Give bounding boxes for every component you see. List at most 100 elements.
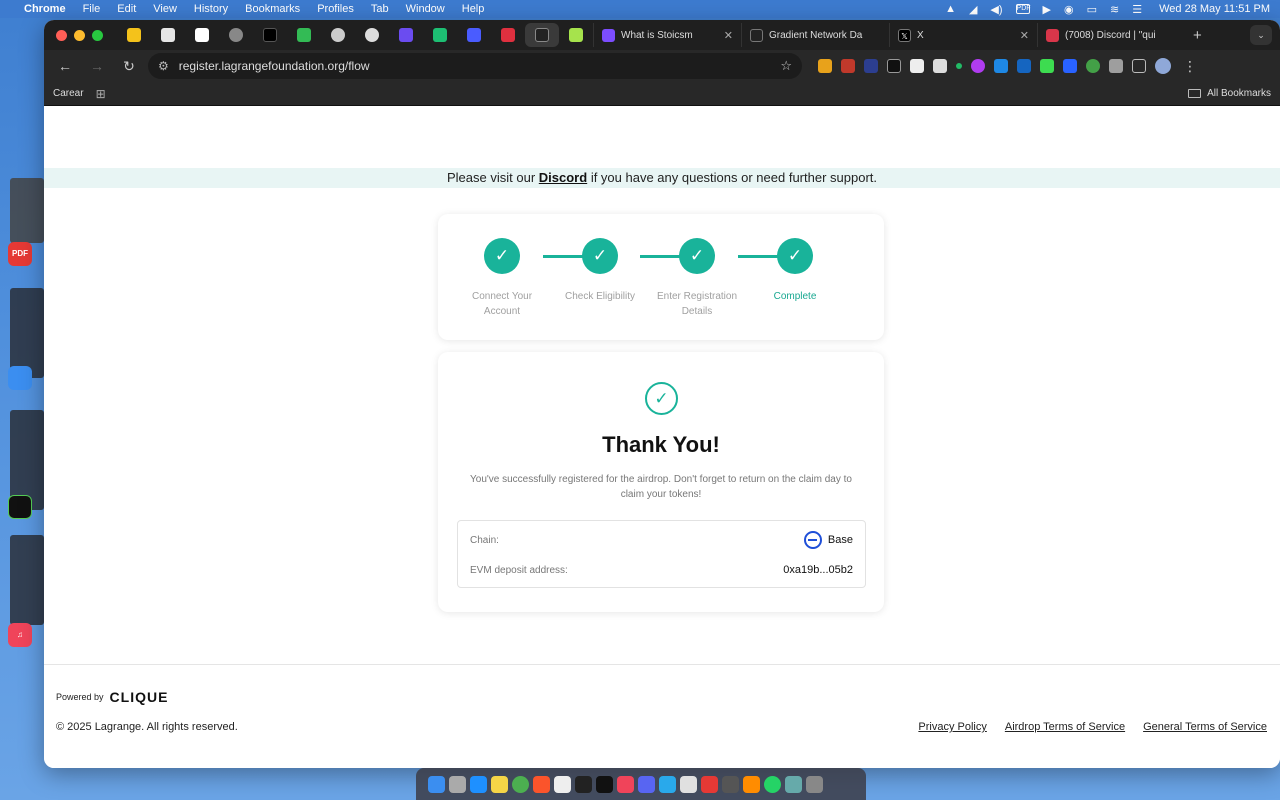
apps-grid-icon[interactable]: ⊞	[96, 87, 106, 101]
pinned-tab[interactable]	[423, 23, 457, 47]
extension-icon[interactable]	[956, 63, 962, 69]
forward-button[interactable]: →	[84, 53, 110, 79]
menu-history[interactable]: History	[194, 3, 228, 15]
all-bookmarks-button[interactable]: All Bookmarks	[1188, 88, 1271, 99]
puzzle-extensions-icon[interactable]	[1132, 59, 1146, 73]
extension-icon[interactable]	[971, 59, 985, 73]
general-terms-link[interactable]: General Terms of Service	[1143, 721, 1267, 733]
pinned-tab[interactable]	[389, 23, 423, 47]
chrome-dock-icon[interactable]	[512, 775, 529, 793]
extension-icon[interactable]	[864, 59, 878, 73]
airdrop-terms-link[interactable]: Airdrop Terms of Service	[1005, 721, 1125, 733]
window-thumbnail[interactable]	[10, 288, 44, 378]
back-button[interactable]: ←	[52, 53, 78, 79]
pinned-tab[interactable]	[457, 23, 491, 47]
play-icon[interactable]: ▶	[1043, 3, 1051, 16]
volume-icon[interactable]: ◀)	[990, 3, 1002, 16]
music-dock-icon[interactable]	[617, 775, 634, 793]
menu-tab[interactable]: Tab	[371, 3, 389, 15]
battery-icon[interactable]: ▭	[1087, 3, 1097, 16]
app-dock-icon[interactable]	[680, 775, 697, 793]
bookmark-star-icon[interactable]: ☆	[780, 58, 792, 74]
tab-x[interactable]: 𝕏 X ✕	[889, 23, 1037, 47]
menu-window[interactable]: Window	[406, 3, 445, 15]
cursor-dock-icon[interactable]	[554, 775, 571, 793]
profile-avatar-icon[interactable]	[1155, 58, 1171, 74]
brave-dock-icon[interactable]	[533, 775, 550, 793]
pinned-tab[interactable]	[559, 23, 593, 47]
kebab-menu-icon[interactable]: ⋮	[1183, 58, 1197, 75]
pinned-tab[interactable]	[151, 23, 185, 47]
minimize-window-icon[interactable]	[74, 29, 85, 41]
window-thumbnail[interactable]	[10, 535, 44, 625]
extension-icon[interactable]	[818, 59, 832, 73]
pinned-tab[interactable]	[491, 23, 525, 47]
extension-icon[interactable]	[994, 59, 1008, 73]
extension-icon[interactable]	[1017, 59, 1031, 73]
extension-icon[interactable]	[1109, 59, 1123, 73]
discord-dock-icon[interactable]	[638, 775, 655, 793]
pdf-icon[interactable]: PDF	[1015, 4, 1031, 14]
extension-icon[interactable]	[1063, 59, 1077, 73]
menu-file[interactable]: File	[83, 3, 101, 15]
pinned-tab[interactable]	[287, 23, 321, 47]
tab-stoicism[interactable]: What is Stoicsm ✕	[593, 23, 741, 47]
safari-dock-icon[interactable]	[470, 775, 487, 793]
address-bar[interactable]: ⚙ register.lagrangefoundation.org/flow ☆	[148, 53, 802, 79]
app-dock-icon[interactable]	[722, 775, 739, 793]
pdf-app-icon[interactable]: PDF	[8, 242, 32, 266]
telegram-dock-icon[interactable]	[659, 775, 676, 793]
new-tab-button[interactable]: +	[1193, 27, 1202, 44]
finder-dock-icon[interactable]	[428, 775, 445, 793]
discord-link[interactable]: Discord	[539, 170, 587, 185]
extension-icon[interactable]	[841, 59, 855, 73]
pinned-tab[interactable]	[355, 23, 389, 47]
launchpad-dock-icon[interactable]	[449, 775, 466, 793]
user-icon[interactable]: ◉	[1064, 3, 1074, 16]
clique-logo[interactable]: CLIQUE	[110, 689, 169, 705]
bookmark-item[interactable]: Carear	[53, 88, 84, 99]
menu-help[interactable]: Help	[462, 3, 485, 15]
close-tab-icon[interactable]: ✕	[1020, 29, 1029, 42]
menu-bookmarks[interactable]: Bookmarks	[245, 3, 300, 15]
tab-discord[interactable]: (7008) Discord | "qui	[1037, 23, 1185, 47]
activity-monitor-icon[interactable]	[8, 495, 32, 519]
privacy-policy-link[interactable]: Privacy Policy	[918, 721, 986, 733]
control-center-icon[interactable]: ☰	[1132, 3, 1142, 16]
site-settings-icon[interactable]: ⚙	[158, 59, 169, 73]
finder-icon[interactable]	[8, 366, 32, 390]
pinned-tab[interactable]	[321, 23, 355, 47]
menu-edit[interactable]: Edit	[117, 3, 136, 15]
menu-profiles[interactable]: Profiles	[317, 3, 354, 15]
pinned-tab[interactable]	[219, 23, 253, 47]
terminal-dock-icon[interactable]	[575, 775, 592, 793]
menu-clock[interactable]: Wed 28 May 11:51 PM	[1159, 3, 1270, 15]
notes-dock-icon[interactable]	[491, 775, 508, 793]
vlc-dock-icon[interactable]	[743, 775, 760, 793]
tab-search-button[interactable]: ⌄	[1250, 25, 1272, 45]
tab-gradient-network[interactable]: Gradient Network Da	[741, 23, 889, 47]
extension-icon[interactable]	[887, 59, 901, 73]
close-window-icon[interactable]	[56, 29, 67, 41]
extension-icon[interactable]	[1086, 59, 1100, 73]
reload-button[interactable]: ↻	[116, 53, 142, 79]
wifi-icon[interactable]: ≋	[1110, 3, 1119, 16]
trash-dock-icon[interactable]	[806, 775, 823, 793]
active-pinned-tab[interactable]	[525, 23, 559, 47]
pinned-tab[interactable]	[117, 23, 151, 47]
extension-icon[interactable]	[910, 59, 924, 73]
maximize-window-icon[interactable]	[92, 29, 103, 41]
chart-icon[interactable]: ◢	[969, 3, 977, 16]
app-dock-icon[interactable]	[596, 775, 613, 793]
extension-icon[interactable]	[1040, 59, 1054, 73]
close-tab-icon[interactable]: ✕	[724, 29, 733, 42]
whatsapp-dock-icon[interactable]	[764, 775, 781, 793]
pinned-tab[interactable]	[185, 23, 219, 47]
extension-icon[interactable]	[933, 59, 947, 73]
window-thumbnail[interactable]	[10, 178, 44, 243]
menu-view[interactable]: View	[153, 3, 177, 15]
upload-icon[interactable]: ▲	[945, 3, 956, 15]
menu-app-name[interactable]: Chrome	[24, 3, 66, 15]
music-icon[interactable]: ♫	[8, 623, 32, 647]
app-dock-icon[interactable]	[785, 775, 802, 793]
